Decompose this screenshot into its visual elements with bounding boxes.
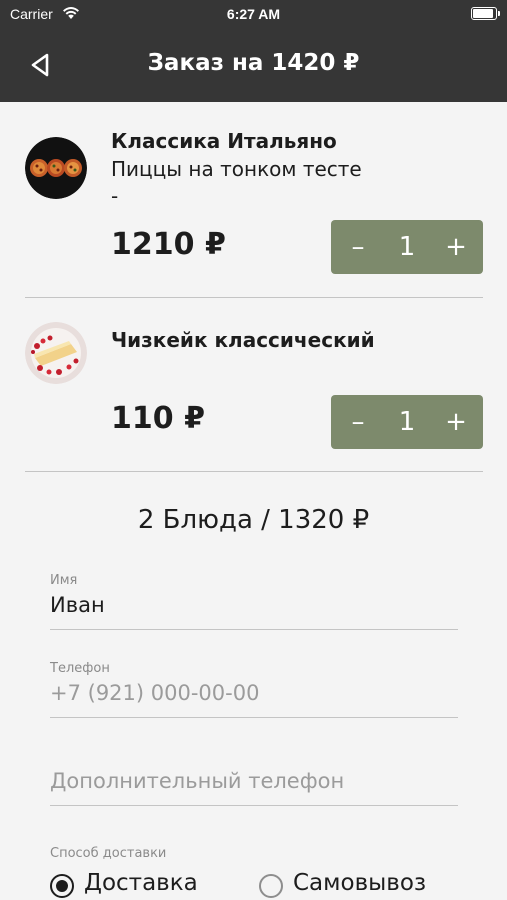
item-price: 1210 ₽ xyxy=(111,227,226,262)
clock: 6:27 AM xyxy=(226,6,281,22)
name-field: Имя xyxy=(50,573,458,631)
item-description: Пиццы на тонком тесте xyxy=(111,157,362,181)
delivery-method-label-wrap: Способ доставки xyxy=(50,846,458,864)
name-underline xyxy=(50,629,458,630)
increase-quantity-button[interactable]: + xyxy=(431,395,481,449)
phone-label: Телефон xyxy=(50,661,110,676)
extra-phone-field xyxy=(50,749,458,807)
navigation-bar: Заказ на 1420 ₽ xyxy=(0,28,507,102)
cheesecake-thumbnail xyxy=(25,322,87,384)
order-summary: 2 Блюда / 1320 ₽ xyxy=(137,505,370,535)
quantity-stepper: – 1 + xyxy=(331,395,483,449)
delivery-option-courier[interactable]: Доставка xyxy=(50,868,210,898)
phone-field: Телефон xyxy=(50,661,458,719)
radio-label: Самовывоз xyxy=(293,870,427,896)
item-description-extra: - xyxy=(111,184,119,208)
extra-phone-underline xyxy=(50,805,458,806)
cart-item: Чизкейк классический 110 ₽ – 1 + xyxy=(0,298,507,473)
item-divider xyxy=(25,471,483,472)
name-label: Имя xyxy=(50,573,78,588)
delivery-method-label: Способ доставки xyxy=(50,846,167,861)
delivery-option-pickup[interactable]: Самовывоз xyxy=(259,868,439,898)
item-name: Чизкейк классический xyxy=(111,328,375,352)
decrease-quantity-button[interactable]: – xyxy=(333,220,383,274)
radio-unchecked-icon xyxy=(259,874,283,898)
battery-icon xyxy=(471,7,500,20)
phone-input[interactable] xyxy=(50,678,458,708)
radio-label: Доставка xyxy=(84,870,198,896)
phone-underline xyxy=(50,717,458,718)
status-bar: Carrier 6:27 AM xyxy=(0,0,507,28)
item-name: Классика Итальяно xyxy=(111,129,337,153)
extra-phone-input[interactable] xyxy=(50,766,458,796)
pizza-thumbnail xyxy=(25,137,87,199)
decrease-quantity-button[interactable]: – xyxy=(333,395,383,449)
radio-checked-icon xyxy=(50,874,74,898)
delivery-method-radio-group: Доставка Самовывоз xyxy=(50,868,470,900)
cart-item: Классика Итальяно Пиццы на тонком тесте … xyxy=(0,102,507,299)
quantity-value: 1 xyxy=(398,407,416,437)
item-price: 110 ₽ xyxy=(111,401,205,436)
page-title: Заказ на 1420 ₽ xyxy=(147,50,360,76)
increase-quantity-button[interactable]: + xyxy=(431,220,481,274)
name-input[interactable] xyxy=(50,590,458,620)
quantity-stepper: – 1 + xyxy=(331,220,483,274)
quantity-value: 1 xyxy=(398,232,416,262)
